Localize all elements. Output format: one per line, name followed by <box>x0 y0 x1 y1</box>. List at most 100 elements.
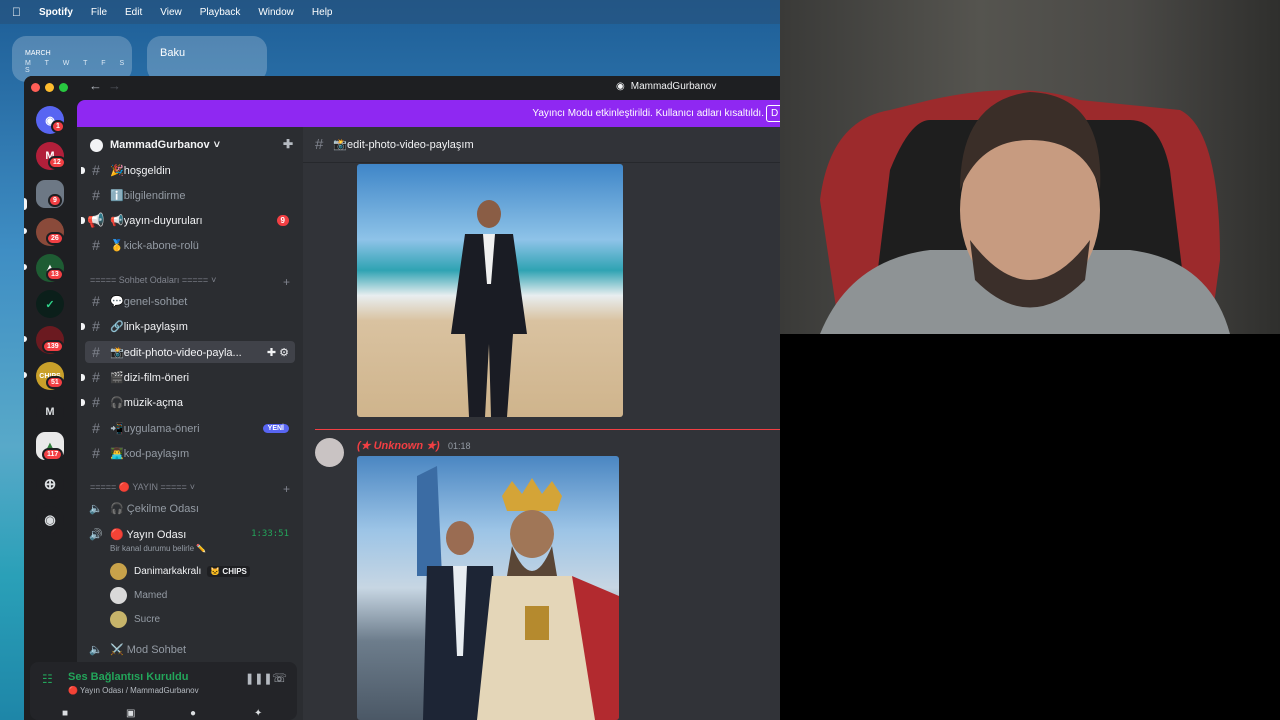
channel-uygulama-oneri[interactable]: # 📲uygulama-öneri YENİ <box>85 417 295 439</box>
announcement-icon: 📢 <box>87 211 105 228</box>
avatar <box>110 610 127 628</box>
unread-indicator <box>81 166 85 174</box>
menu-edit[interactable]: Edit <box>125 7 142 18</box>
avatar <box>110 562 127 580</box>
voice-channel-mod-sohbet[interactable]: 🔈 ⚔️ Mod Sohbet <box>85 638 295 660</box>
menu-file[interactable]: File <box>91 7 107 18</box>
channel-header: # 📸edit-photo-video-paylaşım <box>303 127 780 163</box>
message-timestamp: 01:18 <box>448 441 471 451</box>
black-area <box>780 334 1280 720</box>
create-channel-icon[interactable]: + <box>283 482 290 496</box>
channel-sidebar: MammadGurbanov ˅ ✚ # 🎉hoşgeldin # ℹ️bilg… <box>77 127 303 720</box>
create-channel-icon[interactable]: + <box>283 275 290 289</box>
noise-suppression-icon[interactable]: ❚❚❚ <box>245 672 273 685</box>
server-badge: 117 <box>42 448 64 461</box>
mention-badge: 9 <box>276 214 289 226</box>
attached-image-beach[interactable] <box>357 164 623 417</box>
connection-status[interactable]: Ses Bağlantısı Kuruldu <box>68 671 188 683</box>
channel-name: 💬genel-sohbet <box>110 295 188 308</box>
hash-icon: # <box>315 136 324 153</box>
server-badge: 13 <box>46 268 64 281</box>
server-icon: ◉ <box>616 81 625 92</box>
streamer-mode-banner: Yayıncı Modu etkinleştirildi. Kullanıcı … <box>77 100 780 127</box>
channel-name: 📲uygulama-öneri <box>110 422 200 435</box>
category-yayin[interactable]: ===== 🔴 YAYIN ===== ˅ + <box>90 482 290 496</box>
voice-channel-cekilme-odasi[interactable]: 🔈 🎧 Çekilme Odası <box>85 497 295 519</box>
channel-link-paylasim[interactable]: # 🔗link-paylaşım <box>81 315 295 337</box>
menu-view[interactable]: View <box>160 7 182 18</box>
menubar-app-name[interactable]: Spotify <box>39 7 73 18</box>
unread-indicator <box>81 398 85 406</box>
banner-disable-button[interactable]: D <box>766 105 780 122</box>
screen-share-icon[interactable]: ▣ <box>126 708 135 719</box>
channel-kick-abone-rolu[interactable]: # 🥇kick-abone-rolü <box>85 234 295 256</box>
camera-icon[interactable]: ■ <box>62 708 68 719</box>
voice-user[interactable]: Mamed <box>110 584 167 606</box>
explore-servers-icon[interactable]: ◉ <box>36 506 64 534</box>
server-icon[interactable]: ✓ <box>36 290 64 318</box>
channel-kod-paylasim[interactable]: # 👨‍💻kod-paylaşım <box>85 442 295 464</box>
channel-bilgilendirme[interactable]: # ℹ️bilgilendirme <box>85 184 295 206</box>
channel-genel-sohbet[interactable]: # 💬genel-sohbet <box>85 290 295 312</box>
attached-image-king[interactable] <box>357 456 619 720</box>
menu-window[interactable]: Window <box>258 7 294 18</box>
server-list: ◉ 1 M 12 9 26 ▲ 13 ✓ 139 CHIPS 51 M ▲ 11… <box>24 98 77 720</box>
voice-channel-yayin-odasi[interactable]: 🔊 🔴 Yayın Odası 1:33:51 <box>85 523 295 545</box>
channel-muzik-acma[interactable]: # 🎧müzik-açma <box>81 391 295 413</box>
chevron-down-icon: ˅ <box>211 275 217 285</box>
user-tag: 🐱 CHIPS <box>207 565 250 577</box>
voice-channel-status[interactable]: Bir kanal durumu belirle ✏️ <box>110 544 206 553</box>
connection-channel[interactable]: 🔴 Yayın Odası / MammadGurbanov <box>68 686 199 695</box>
unread-indicator <box>24 228 27 234</box>
channel-name: 🎬dizi-film-öneri <box>110 371 190 384</box>
webcam-person-figure <box>820 90 1230 334</box>
back-arrow-icon[interactable]: ← <box>89 78 102 93</box>
voice-connection-panel: ☷ Ses Bağlantısı Kuruldu 🔴 Yayın Odası /… <box>30 662 297 720</box>
hash-icon: # <box>92 237 100 253</box>
two-figures-illustration <box>417 466 619 720</box>
server-badge: 26 <box>46 232 64 245</box>
forward-arrow-icon[interactable]: → <box>108 78 121 93</box>
unread-indicator <box>81 322 85 330</box>
voice-user[interactable]: Danimarkakralı 🐱 CHIPS <box>110 560 250 582</box>
voice-user[interactable]: Sucre <box>110 608 160 630</box>
guild-header[interactable]: MammadGurbanov ˅ ✚ <box>77 127 303 163</box>
category-name: ===== 🔴 YAYIN ===== <box>90 482 187 492</box>
minimize-window-button[interactable] <box>45 83 54 92</box>
channel-settings-icons[interactable]: ✚ ⚙ <box>267 346 289 359</box>
disconnect-icon[interactable]: ☏ <box>272 671 287 685</box>
close-window-button[interactable] <box>31 83 40 92</box>
channel-yayin-duyurulari[interactable]: 📢 📢yayın-duyuruları 9 <box>81 209 295 231</box>
add-server-icon[interactable]: ⊕ <box>36 470 64 498</box>
activities-icon[interactable]: ● <box>190 708 196 719</box>
menu-help[interactable]: Help <box>312 7 333 18</box>
avatar[interactable] <box>315 438 344 467</box>
category-sohbet-odalari[interactable]: ===== Sohbet Odaları ===== ˅ + <box>90 275 290 289</box>
voice-channel-name: ⚔️ Mod Sohbet <box>110 643 187 656</box>
server-badge: 9 <box>48 194 62 207</box>
voice-timer: 1:33:51 <box>251 529 289 539</box>
server-icon[interactable]: M <box>36 398 64 426</box>
signal-icon[interactable]: ☷ <box>42 672 53 686</box>
message-author[interactable]: (★ Unknown ★) <box>357 439 440 452</box>
speaker-icon: 🔊 <box>89 528 103 541</box>
window-titlebar: ← → ◉ MammadGurbanov <box>24 76 780 98</box>
channel-name: 🥇kick-abone-rolü <box>110 239 199 252</box>
channel-dizi-film-oneri[interactable]: # 🎬dizi-film-öneri <box>81 366 295 388</box>
channel-hosgeldin[interactable]: # 🎉hoşgeldin <box>81 159 295 181</box>
calendar-days: M T W T F S S <box>25 60 131 74</box>
hash-icon: # <box>92 344 100 360</box>
server-badge: 1 <box>51 120 65 133</box>
macos-menubar:  Spotify File Edit View Playback Window… <box>0 0 780 24</box>
apple-icon[interactable]:  <box>12 5 21 19</box>
channel-edit-photo-video-paylasim[interactable]: # 📸edit-photo-video-payla... ✚ ⚙ <box>85 341 295 363</box>
invite-people-icon[interactable]: ✚ <box>283 137 293 151</box>
avatar <box>110 586 127 604</box>
speaker-icon: 🔈 <box>89 502 103 515</box>
speaker-icon: 🔈 <box>89 643 103 656</box>
soundboard-icon[interactable]: ✦ <box>254 708 262 719</box>
menu-playback[interactable]: Playback <box>200 7 241 18</box>
server-selected-indicator <box>24 198 27 210</box>
zoom-window-button[interactable] <box>59 83 68 92</box>
chevron-down-icon: ˅ <box>189 482 196 492</box>
